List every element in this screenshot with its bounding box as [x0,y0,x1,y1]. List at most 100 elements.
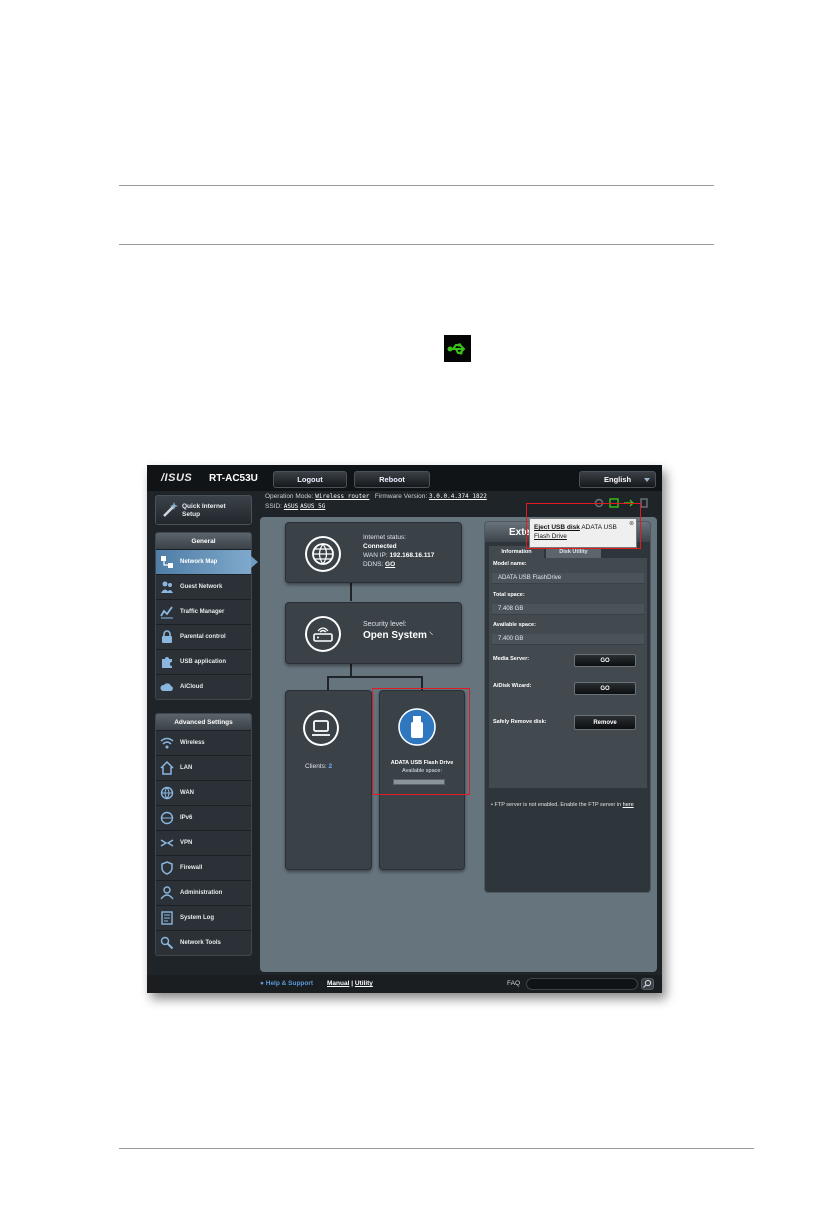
globe-icon [160,786,174,800]
sidebar-item-guest-network[interactable]: Guest Network [156,574,251,599]
logout-button[interactable]: Logout [273,471,347,488]
media-server-go-button[interactable]: GO [574,654,636,667]
wan-ip-label: WAN IP: [363,552,388,559]
quick-internet-setup-button[interactable]: Quick Internet Setup [155,495,252,525]
search-icon [643,979,652,988]
faq-label: FAQ [507,980,521,987]
sidebar-item-label: IPv6 [180,815,193,821]
help-label: Help & Support [265,980,314,987]
connector-line [327,676,329,690]
router-security-card[interactable]: Security level: Open System ⸌ [285,602,462,664]
total-space-label: Total space: [493,592,525,598]
puzzle-icon [162,657,172,668]
sidebar-item-label: Wireless [180,740,205,746]
security-level-value: Open System [363,630,427,641]
admin-icon [160,886,174,900]
unlock-icon: ⸌ [428,630,434,640]
top-rule [119,185,714,186]
active-pointer [251,556,258,568]
utility-link[interactable]: Utility [355,980,373,987]
help-icon: ● [260,980,264,987]
guest-network-icon [161,581,173,593]
faq-search-input[interactable] [526,978,638,990]
sidebar-item-label: USB application [180,659,227,665]
manual-link[interactable]: Manual [327,980,349,987]
aidisk-wizard-label: AiDisk Wizard: [493,683,532,689]
op-mode-link[interactable]: Wireless router [315,493,369,500]
sidebar-item-label: Network Map [180,559,218,565]
ssid-link-2[interactable]: ASUS_5G [300,503,325,510]
model-name-value: ADATA USB FlashDrive [492,573,644,584]
sidebar-item-label: Traffic Manager [180,609,225,615]
footer-rule [119,1148,754,1149]
clients-count[interactable]: 2 [329,763,333,770]
top-bar: /ISUS RT-AC53U Logout Reboot English [147,465,662,491]
sidebar-item-vpn[interactable]: VPN [156,830,251,855]
sidebar-item-network-map[interactable]: Network Map [156,549,258,574]
tools-icon [160,936,174,950]
sidebar-item-label: WAN [180,790,194,796]
total-space-value: 7.408 GB [492,604,644,615]
external-usb-panel: Exte Information Disk Utility Model name… [484,521,651,893]
bottom-links: Manual | Utility [327,980,373,987]
connector-line [327,676,423,678]
information-panel: Model name: ADATA USB FlashDrive Total s… [489,558,647,788]
firmware-label: Firmware Version: [374,493,428,500]
firmware-link[interactable]: 3.0.0.4.374_1822 [429,493,487,500]
sidebar-item-wireless[interactable]: Wireless [156,730,251,755]
sidebar-item-firewall[interactable]: Firewall [156,855,251,880]
available-space-value: 7.400 GB [492,634,644,645]
magic-wand-icon [163,502,178,517]
computer-icon [303,710,339,746]
clients-card[interactable]: Clients: 2 [285,690,372,870]
sidebar-item-parental-control[interactable]: Parental control [156,624,251,649]
sidebar-item-administration[interactable]: Administration [156,880,251,905]
security-level-label: Security level: [363,621,407,628]
sidebar-item-label: System Log [180,915,215,921]
wifi-icon [160,737,174,749]
clients-label: Clients: [305,763,327,770]
remove-disk-button[interactable]: Remove [574,715,636,730]
sidebar-item-traffic-manager[interactable]: Traffic Manager [156,599,251,624]
sidebar-item-wan[interactable]: WAN [156,780,251,805]
search-button[interactable] [641,978,654,990]
ftp-here-link[interactable]: here [623,802,634,808]
sidebar-item-network-tools[interactable]: Network Tools [156,930,251,955]
wan-ip-value: 192.168.16.117 [389,552,435,559]
available-space-label: Available space: [493,622,536,628]
second-rule [119,244,714,245]
highlight-box-usb [372,688,470,795]
reboot-button[interactable]: Reboot [354,471,430,488]
ddns-label: DDNS: [363,561,384,568]
sidebar-item-usb-application[interactable]: USB application [156,649,251,674]
ftp-note-text: FTP server is not enabled. Enable the FT… [494,802,622,808]
ssid-line: SSID: ASUS ASUS_5G [265,503,325,510]
highlight-box-tooltip [526,503,641,549]
ftp-note: • FTP server is not enabled. Enable the … [491,802,634,808]
ddns-go-link[interactable]: GO [385,561,395,568]
ssid-label: SSID: [265,503,282,510]
sidebar-item-label: Network Tools [180,940,221,946]
traffic-manager-icon [160,606,173,619]
internet-status-card[interactable]: Internet status: Connected WAN IP: 192.1… [285,522,462,583]
op-mode-label: Operation Mode: [265,493,314,500]
help-support-link[interactable]: ● Help & Support [260,980,313,987]
ssid-link-1[interactable]: ASUS [284,503,298,510]
sidebar-item-label: AiCloud [180,684,203,690]
sidebar-item-aicloud[interactable]: AiCloud [156,674,251,699]
shield-icon [161,861,173,875]
sidebar-item-ipv6[interactable]: IPv6 [156,805,251,830]
sidebar-item-label: Administration [180,890,223,896]
safely-remove-label: Safely Remove disk: [493,719,547,725]
sidebar-item-system-log[interactable]: System Log [156,905,251,930]
link-separator: | [351,980,354,987]
connector-line [350,664,352,676]
sidebar-item-label: LAN [180,765,193,771]
quick-setup-label: Quick Internet Setup [182,503,226,518]
aidisk-wizard-go-button[interactable]: GO [574,682,636,695]
sidebar-item-lan[interactable]: LAN [156,755,251,780]
cloud-icon [160,683,173,691]
asus-logo: /ISUS [161,472,193,484]
language-select[interactable]: English [579,471,656,488]
media-server-label: Media Server: [493,656,530,662]
